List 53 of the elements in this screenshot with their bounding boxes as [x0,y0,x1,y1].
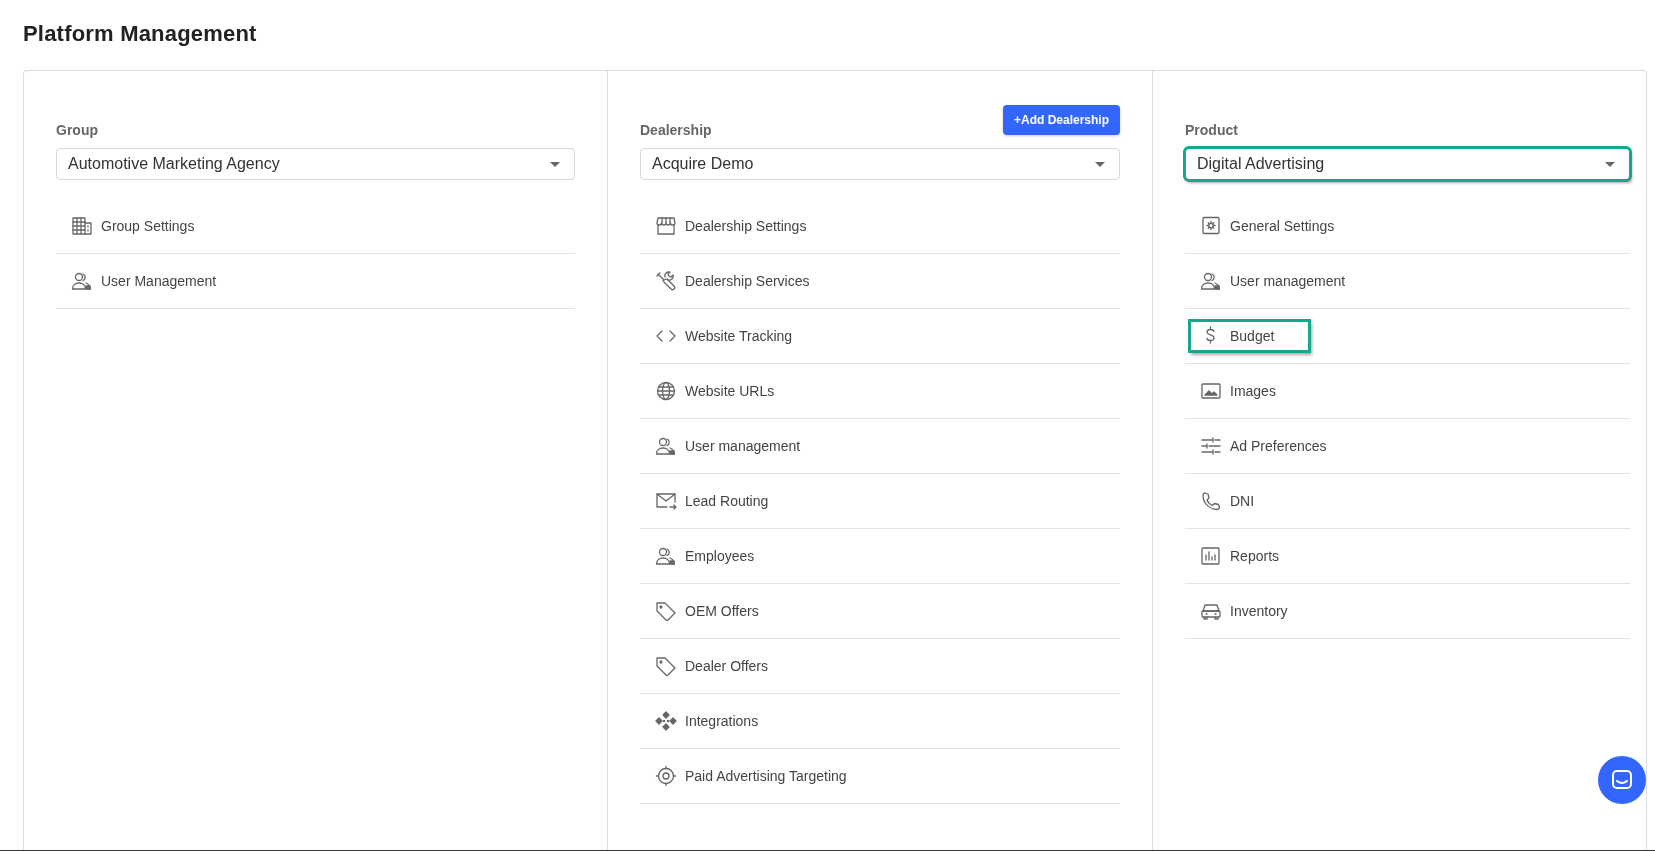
image-icon [1200,381,1222,401]
column-label: Group [56,122,98,140]
building-icon [71,216,93,236]
globe-icon [655,381,677,401]
target-icon [655,766,677,786]
sliders-icon [1200,436,1222,456]
menu-item[interactable]: Group Settings [56,210,205,242]
dropdown-select[interactable]: Acquire Demo [640,148,1120,180]
dropdown-select[interactable]: Digital Advertising [1185,148,1630,180]
menu-item[interactable]: User Management [56,265,227,297]
page-title: Platform Management [23,20,258,48]
add-dealership-button[interactable]: +Add Dealership [1002,105,1120,135]
menu-item[interactable]: OEM Offers [640,595,769,627]
users-icon [1200,271,1222,291]
caret-icon [550,161,560,167]
column-label: Dealership [640,122,712,140]
menu-item[interactable]: DNI [1185,485,1265,517]
caret-icon [1095,161,1105,167]
car-icon [1200,601,1222,621]
chat-button[interactable] [1598,756,1646,804]
menu-item[interactable]: Inventory [1185,595,1298,627]
menu-item[interactable]: User management [640,430,811,462]
menu-item[interactable]: Budget [1189,320,1311,352]
tag-icon [655,656,677,676]
menu-item[interactable]: Website Tracking [640,320,803,352]
settings-icon [1200,216,1222,236]
chat-icon [1611,769,1633,791]
menu-item[interactable]: Reports [1185,540,1290,572]
menu-item[interactable]: General Settings [1185,210,1345,242]
menu-item[interactable]: Lead Routing [640,485,779,517]
menu-item[interactable]: Integrations [640,705,769,737]
menu-item[interactable]: Website URLs [640,375,785,407]
menu-item[interactable]: Ad Preferences [1185,430,1337,462]
wrench-icon [655,271,677,291]
caret-icon [1605,161,1615,167]
column-label: Product [1185,122,1238,140]
menu-item[interactable]: Employees [640,540,765,572]
dropdown-select[interactable]: Automotive Marketing Agency [56,148,575,180]
diamonds-icon [655,711,677,731]
users-icon [655,546,677,566]
tag-icon [655,601,677,621]
users-icon [71,271,93,291]
menu-item[interactable]: Dealership Settings [640,210,817,242]
menu-item[interactable]: Images [1185,375,1286,407]
storefront-icon [655,216,677,236]
users-icon [655,436,677,456]
menu-item[interactable]: User management [1185,265,1356,297]
menu-item[interactable]: Dealership Services [640,265,820,297]
phone-icon [1200,491,1222,511]
envelope-icon [655,491,677,511]
menu-item[interactable]: Paid Advertising Targeting [640,760,857,792]
menu-item[interactable]: Dealer Offers [640,650,778,682]
chart-icon [1200,546,1222,566]
